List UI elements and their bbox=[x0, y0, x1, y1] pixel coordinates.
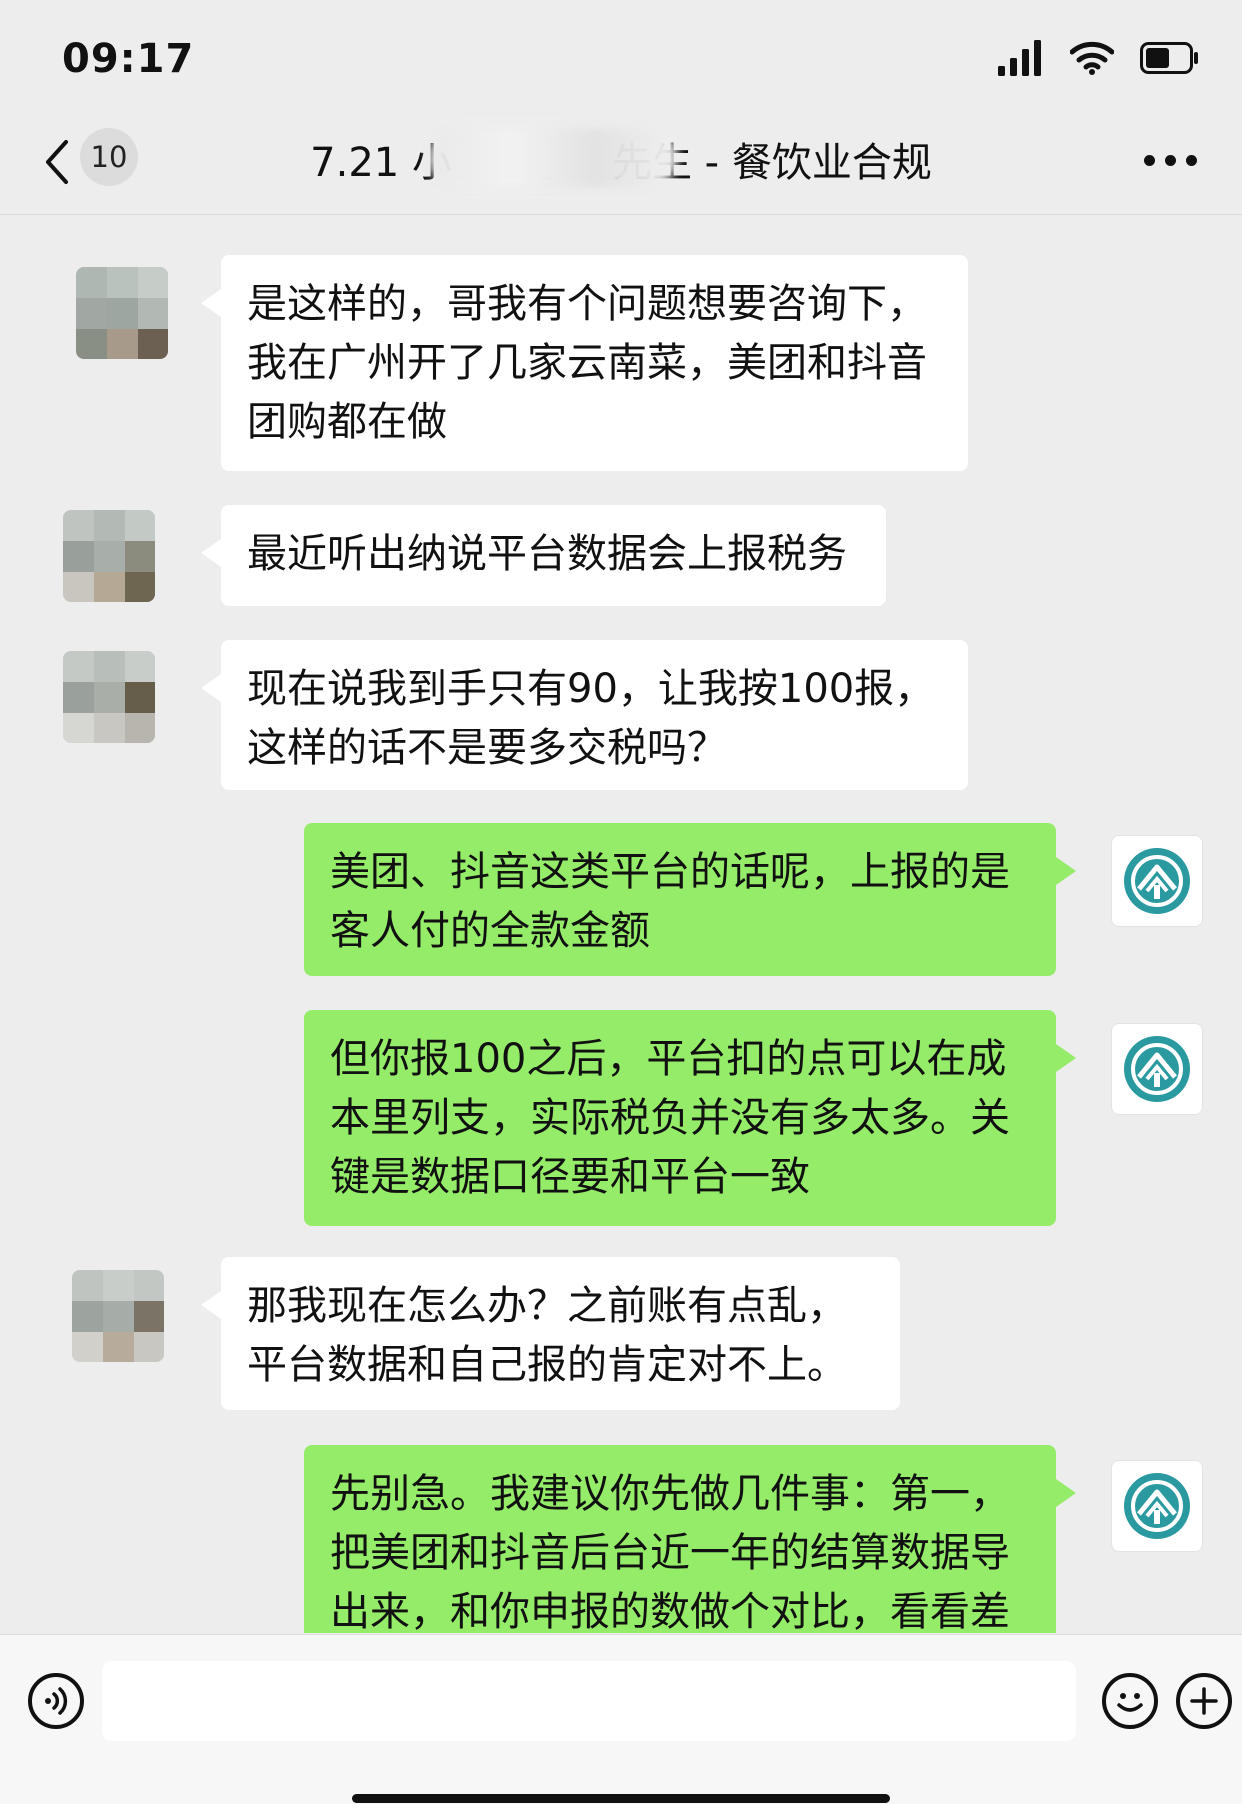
contact-avatar[interactable] bbox=[76, 267, 168, 359]
message-bubble[interactable]: 美团、抖音这类平台的话呢，上报的是客人付的全款金额 bbox=[304, 823, 1076, 976]
message-bubble[interactable]: 先别急。我建议你先做几件事：第一，把美团和抖音后台近一年的结算数据导出来，和你申… bbox=[304, 1445, 1076, 1633]
message-list[interactable]: 是这样的，哥我有个问题想要咨询下，我在广州开了几家云南菜，美团和抖音团购都在做 … bbox=[0, 215, 1242, 1633]
input-bar bbox=[0, 1634, 1242, 1804]
status-time: 09:17 bbox=[62, 36, 195, 82]
status-icons bbox=[998, 40, 1200, 76]
voice-icon[interactable] bbox=[28, 1673, 84, 1729]
emoji-icon[interactable] bbox=[1102, 1673, 1158, 1729]
message-bubble[interactable]: 现在说我到手只有90，让我按100报，这样的话不是要多交税吗？ bbox=[201, 640, 968, 790]
company-logo-icon bbox=[1124, 1036, 1190, 1102]
signal-icon bbox=[998, 40, 1041, 76]
message-bubble[interactable]: 是这样的，哥我有个问题想要咨询下，我在广州开了几家云南菜，美团和抖音团购都在做 bbox=[201, 255, 968, 471]
message-bubble[interactable]: 但你报100之后，平台扣的点可以在成本里列支，实际税负并没有多太多。关键是数据口… bbox=[304, 1010, 1076, 1226]
more-icon[interactable] bbox=[1138, 140, 1202, 180]
agent-logo-avatar[interactable] bbox=[1111, 1023, 1203, 1115]
company-logo-icon bbox=[1124, 1473, 1190, 1539]
contact-avatar[interactable] bbox=[63, 651, 155, 743]
home-indicator bbox=[352, 1794, 890, 1803]
redacted-name-blur bbox=[428, 128, 678, 188]
contact-avatar[interactable] bbox=[63, 510, 155, 602]
battery-icon bbox=[1140, 42, 1198, 74]
contact-avatar[interactable] bbox=[72, 1270, 164, 1362]
wifi-icon bbox=[1070, 41, 1114, 75]
plus-icon[interactable] bbox=[1176, 1673, 1232, 1729]
company-logo-icon bbox=[1124, 848, 1190, 914]
message-bubble[interactable]: 最近听出纳说平台数据会上报税务 bbox=[201, 505, 886, 606]
message-input[interactable] bbox=[102, 1661, 1076, 1741]
status-bar: 09:17 bbox=[0, 0, 1242, 110]
agent-logo-avatar[interactable] bbox=[1111, 1460, 1203, 1552]
agent-logo-avatar[interactable] bbox=[1111, 835, 1203, 927]
message-bubble[interactable]: 那我现在怎么办？之前账有点乱，平台数据和自己报的肯定对不上。 bbox=[201, 1257, 900, 1410]
